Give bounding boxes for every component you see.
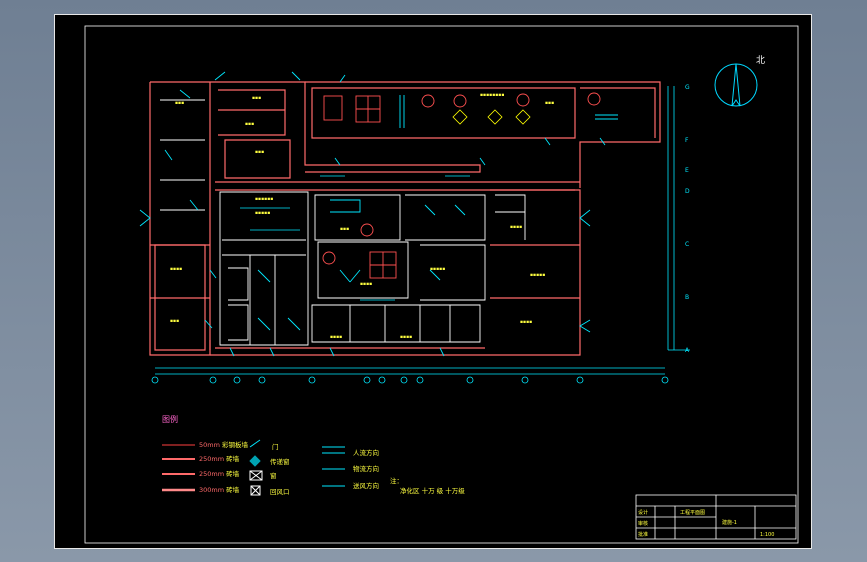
- svg-text:▪▪▪▪: ▪▪▪▪: [330, 335, 342, 340]
- svg-text:F: F: [685, 137, 689, 144]
- svg-text:250mm 砖墙: 250mm 砖墙: [199, 469, 240, 478]
- svg-text:▪▪▪▪▪▪: ▪▪▪▪▪▪: [255, 197, 273, 202]
- svg-text:物流方向: 物流方向: [353, 464, 379, 473]
- svg-text:▪▪▪▪: ▪▪▪▪: [360, 282, 372, 287]
- svg-text:▪▪▪: ▪▪▪: [170, 319, 179, 324]
- svg-text:G: G: [685, 84, 690, 91]
- svg-text:人流方向: 人流方向: [353, 448, 379, 457]
- equipment: [322, 92, 601, 279]
- svg-text:批准: 批准: [638, 531, 648, 538]
- grid-axis-bottom: [151, 367, 669, 384]
- svg-text:50mm 彩钢板墙: 50mm 彩钢板墙: [199, 440, 249, 449]
- title-block-text: 工程平面图 建施-1 1:100 设计 审核 批准: [638, 509, 774, 538]
- svg-text:▪▪▪: ▪▪▪: [245, 122, 254, 127]
- svg-text:注：: 注：: [390, 476, 403, 485]
- row-labels: G F E D C B A: [685, 84, 690, 354]
- svg-text:E: E: [685, 167, 689, 174]
- svg-text:▪▪▪: ▪▪▪: [175, 101, 184, 106]
- svg-text:设计: 设计: [638, 509, 648, 516]
- svg-text:▪▪▪▪: ▪▪▪▪: [170, 267, 182, 272]
- svg-text:A: A: [685, 347, 690, 354]
- legend-title: 图例: [162, 414, 178, 424]
- interior-walls: [160, 99, 526, 346]
- svg-text:D: D: [685, 188, 690, 195]
- svg-text:建施-1: 建施-1: [722, 519, 737, 526]
- north-arrow: 北: [714, 55, 765, 107]
- svg-text:▪▪▪▪▪▪▪▪: ▪▪▪▪▪▪▪▪: [480, 93, 504, 98]
- building-walls: [149, 81, 661, 356]
- svg-text:B: B: [685, 294, 689, 301]
- svg-text:工程平面图: 工程平面图: [680, 509, 705, 516]
- svg-text:1:100: 1:100: [760, 532, 774, 538]
- grid-axis-right: [667, 86, 690, 351]
- inner-frame: [84, 25, 799, 544]
- svg-text:▪▪▪▪▪: ▪▪▪▪▪: [530, 273, 545, 278]
- svg-text:回风口: 回风口: [270, 488, 290, 496]
- diamond-symbols: [452, 109, 531, 125]
- svg-text:窗: 窗: [270, 471, 277, 480]
- svg-text:▪▪▪▪: ▪▪▪▪: [510, 225, 522, 230]
- svg-text:门: 门: [272, 442, 279, 451]
- svg-text:▪▪▪: ▪▪▪: [545, 101, 554, 106]
- svg-text:送风方向: 送风方向: [353, 481, 379, 490]
- svg-text:▪▪▪▪: ▪▪▪▪: [400, 335, 412, 340]
- svg-text:▪▪▪: ▪▪▪: [255, 150, 264, 155]
- svg-text:▪▪▪: ▪▪▪: [252, 96, 261, 101]
- svg-text:C: C: [685, 241, 689, 248]
- svg-text:250mm 砖墙: 250mm 砖墙: [199, 454, 240, 463]
- north-label: 北: [756, 55, 765, 66]
- legend: 图例 50mm 彩钢板墙 250mm 砖墙 250mm 砖墙 300mm 砖墙 …: [162, 414, 465, 496]
- svg-text:审核: 审核: [638, 520, 648, 527]
- svg-text:净化区 十万 级 十万级: 净化区 十万 级 十万级: [400, 486, 465, 495]
- svg-text:▪▪▪▪▪: ▪▪▪▪▪: [430, 267, 445, 272]
- svg-text:▪▪▪: ▪▪▪: [340, 227, 349, 232]
- svg-text:▪▪▪▪▪: ▪▪▪▪▪: [255, 211, 270, 216]
- svg-text:传递窗: 传递窗: [270, 457, 290, 466]
- door-symbols: [139, 71, 618, 357]
- svg-text:▪▪▪▪: ▪▪▪▪: [520, 320, 532, 325]
- svg-text:300mm 砖墙: 300mm 砖墙: [199, 485, 240, 494]
- room-labels: ▪▪▪▪▪▪▪▪▪ ▪▪▪▪▪▪▪▪▪▪▪▪▪▪ ▪▪▪▪▪▪▪▪▪▪▪▪▪▪ …: [170, 93, 554, 340]
- cad-floor-plan: 北 ▪▪▪▪▪▪▪▪▪ ▪▪▪▪▪▪▪▪▪▪▪▪▪▪ ▪▪▪▪▪▪▪▪▪▪▪▪▪…: [84, 25, 799, 544]
